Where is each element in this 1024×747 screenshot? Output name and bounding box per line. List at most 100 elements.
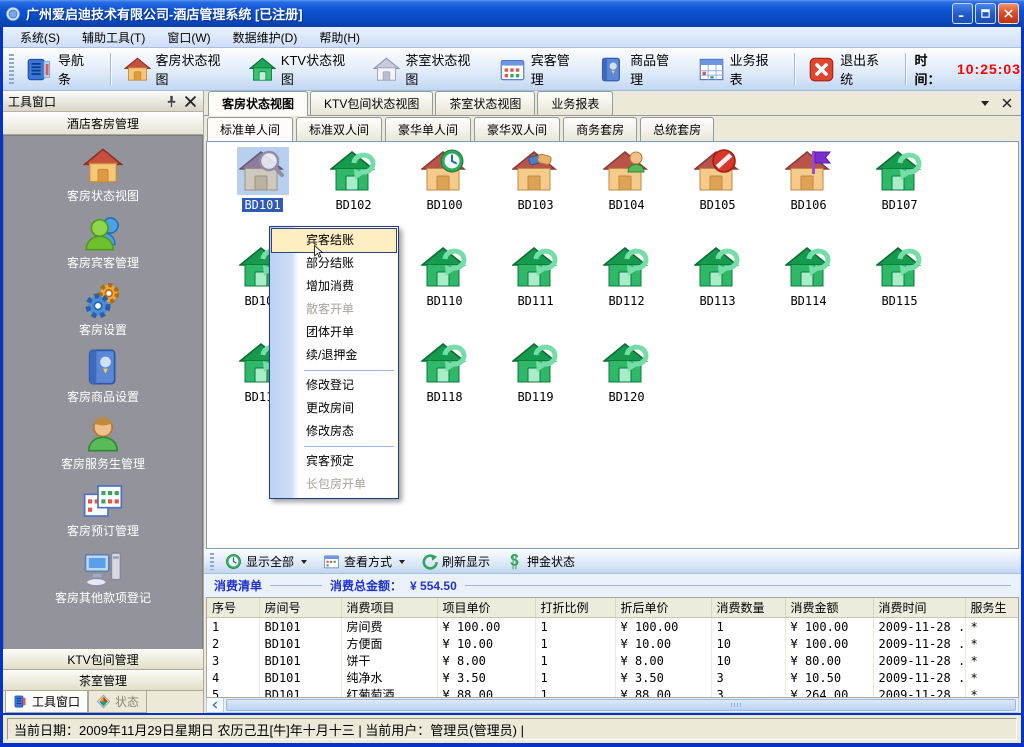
sidebar-item-客房预订管理[interactable]: 客房预订管理	[4, 481, 202, 539]
doc-tab-茶室状态视图[interactable]: 茶室状态视图	[435, 91, 535, 115]
context-menu-item-续/退押金[interactable]: 续/退押金	[272, 344, 396, 367]
scroll-left-button[interactable]	[207, 698, 224, 712]
table-cell: ¥ 10.00	[437, 635, 535, 652]
room-type-tab-标准双人间[interactable]: 标准双人间	[296, 117, 382, 141]
table-row[interactable]: 1BD101房间费¥ 100.001¥ 100.001¥ 100.002009-…	[207, 618, 1019, 636]
column-header-消费项目[interactable]: 消费项目	[341, 598, 437, 618]
toolbar-button-宾客管理[interactable]: 宾客管理	[491, 45, 590, 93]
horizontal-scrollbar[interactable]	[206, 698, 1019, 713]
room-BD100[interactable]: BD100	[399, 147, 490, 243]
toolbar-button-导航条[interactable]: 导航条	[18, 45, 105, 93]
sidebar-item-客房其他款项登记[interactable]: 客房其他款项登记	[4, 548, 202, 606]
column-header-房间号[interactable]: 房间号	[259, 598, 341, 618]
room-BD103[interactable]: BD103	[490, 147, 581, 243]
sidebar-item-客房状态视图[interactable]: 客房状态视图	[4, 146, 202, 204]
goods-book-icon	[598, 56, 625, 83]
context-menu-item-宾客预定[interactable]: 宾客预定	[272, 450, 396, 473]
sidebar-close-icon[interactable]	[183, 94, 198, 109]
sidebar-item-客房服务生管理[interactable]: 客房服务生管理	[4, 414, 202, 472]
room-BD115[interactable]: BD115	[854, 243, 945, 339]
action-button-刷新显示[interactable]: 刷新显示	[414, 551, 497, 572]
tab-dropdown-icon[interactable]	[979, 97, 991, 109]
white-house-icon	[373, 56, 400, 83]
room-BD110[interactable]: BD110	[399, 243, 490, 339]
sidebar-group-button-茶室管理[interactable]: 茶室管理	[3, 670, 203, 691]
room-BD106[interactable]: BD106	[763, 147, 854, 243]
doc-tab-KTV包间状态视图[interactable]: KTV包间状态视图	[310, 91, 433, 115]
room-type-tab-标准单人间[interactable]: 标准单人间	[207, 117, 293, 142]
column-header-消费时间[interactable]: 消费时间	[873, 598, 965, 618]
room-BD107[interactable]: BD107	[854, 147, 945, 243]
main-panel: 客房状态视图KTV包间状态视图茶室状态视图业务报表 标准单人间标准双人间豪华单人…	[204, 91, 1021, 713]
table-cell: *	[965, 635, 1019, 652]
sidebar-tab-工具窗口[interactable]: 工具窗口	[5, 691, 88, 713]
table-row[interactable]: 3BD101饼干¥ 8.001¥ 8.0010¥ 80.002009-11-28…	[207, 652, 1019, 669]
close-icon	[1003, 8, 1014, 19]
toolbar-button-KTV状态视图[interactable]: KTV状态视图	[241, 45, 366, 93]
context-menu-item-增加消费[interactable]: 增加消费	[272, 275, 396, 298]
scrollbar-thumb[interactable]	[226, 699, 1016, 711]
room-BD118[interactable]: BD118	[399, 339, 490, 435]
maximize-button[interactable]	[975, 3, 996, 24]
minimize-button[interactable]	[952, 3, 973, 24]
close-button[interactable]	[998, 3, 1019, 24]
room-BD105[interactable]: BD105	[672, 147, 763, 243]
toolbar-button-退出系统[interactable]: 退出系统	[800, 45, 899, 93]
room-BD113[interactable]: BD113	[672, 243, 763, 339]
room-BD114[interactable]: BD114	[763, 243, 854, 339]
sidebar-tab-状态[interactable]: 状态	[88, 691, 147, 713]
table-row[interactable]: 5BD101红葡萄酒¥ 88.001¥ 88.003¥ 264.002009-1…	[207, 686, 1019, 698]
context-menu-item-修改房态[interactable]: 修改房态	[272, 420, 396, 443]
action-button-显示全部[interactable]: 显示全部	[218, 551, 314, 572]
consumption-table: 序号房间号消费项目项目单价打折比例折后单价消费数量消费金额消费时间服务生 1BD…	[207, 598, 1019, 698]
action-button-押金状态[interactable]: 押金状态	[499, 551, 582, 572]
status-bar: 当前日期：2009年11月29日星期日 农历己丑[牛]年十月十三 | 当前用户：…	[3, 715, 1021, 743]
pin-icon[interactable]	[164, 94, 179, 109]
sidebar-item-客房商品设置[interactable]: 客房商品设置	[4, 347, 202, 405]
column-header-折后单价[interactable]: 折后单价	[615, 598, 711, 618]
table-row[interactable]: 2BD101方便面¥ 10.001¥ 10.0010¥ 100.002009-1…	[207, 635, 1019, 652]
column-header-序号[interactable]: 序号	[207, 598, 259, 618]
column-header-消费金额[interactable]: 消费金额	[785, 598, 873, 618]
dropdown-arrow-icon[interactable]	[301, 560, 307, 564]
toolbar-button-茶室状态视图[interactable]: 茶室状态视图	[365, 45, 490, 93]
room-BD111[interactable]: BD111	[490, 243, 581, 339]
sidebar-group-button-KTV包间管理[interactable]: KTV包间管理	[3, 649, 203, 670]
sidebar-group-header[interactable]: 酒店客房管理	[3, 112, 203, 135]
toolbar-button-业务报表[interactable]: 业务报表	[690, 45, 789, 93]
room-BD112[interactable]: BD112	[581, 243, 672, 339]
dropdown-arrow-icon[interactable]	[399, 560, 405, 564]
sidebar-item-客房宾客管理[interactable]: 客房宾客管理	[4, 213, 202, 271]
doc-tab-业务报表[interactable]: 业务报表	[537, 91, 613, 115]
toolbar-grip[interactable]	[9, 54, 14, 84]
room-type-tab-豪华双人间[interactable]: 豪华双人间	[474, 117, 560, 141]
green-house-icon	[249, 56, 276, 83]
context-menu-item-更改房间[interactable]: 更改房间	[272, 397, 396, 420]
room-type-tab-商务套房[interactable]: 商务套房	[563, 117, 637, 141]
column-header-消费数量[interactable]: 消费数量	[711, 598, 785, 618]
toolbar-button-商品管理[interactable]: 商品管理	[590, 45, 689, 93]
room-BD119[interactable]: BD119	[490, 339, 581, 435]
doc-tab-客房状态视图[interactable]: 客房状态视图	[208, 91, 308, 116]
column-header-打折比例[interactable]: 打折比例	[535, 598, 615, 618]
clock-display: 时间： 10:25:03	[915, 50, 1021, 88]
tab-close-icon[interactable]	[1001, 97, 1013, 109]
room-type-tab-总统套房[interactable]: 总统套房	[640, 117, 714, 141]
actions-toolbar-grip[interactable]	[210, 553, 214, 570]
column-header-服务生[interactable]: 服务生	[965, 598, 1019, 618]
table-row[interactable]: 4BD101纯净水¥ 3.501¥ 3.503¥ 10.502009-11-28…	[207, 669, 1019, 686]
room-BD120[interactable]: BD120	[581, 339, 672, 435]
sidebar-item-客房设置[interactable]: 客房设置	[4, 280, 202, 338]
context-menu-item-部分结账[interactable]: 部分结账	[272, 252, 396, 275]
context-menu-item-宾客结账[interactable]: 宾客结账	[272, 229, 396, 252]
table-cell: *	[965, 686, 1019, 698]
room-type-tab-豪华单人间[interactable]: 豪华单人间	[385, 117, 471, 141]
app-window: 广州爱启迪技术有限公司-酒店管理系统 [已注册] 系统(S)辅助工具(T)窗口(…	[0, 0, 1024, 747]
column-header-项目单价[interactable]: 项目单价	[437, 598, 535, 618]
context-menu-item-团体开单[interactable]: 团体开单	[272, 321, 396, 344]
room-BD104[interactable]: BD104	[581, 147, 672, 243]
action-button-查看方式[interactable]: 查看方式	[316, 551, 412, 572]
toolbar-button-客房状态视图[interactable]: 客房状态视图	[116, 45, 241, 93]
context-menu-item-修改登记[interactable]: 修改登记	[272, 374, 396, 397]
table-cell: ¥ 264.00	[785, 686, 873, 698]
